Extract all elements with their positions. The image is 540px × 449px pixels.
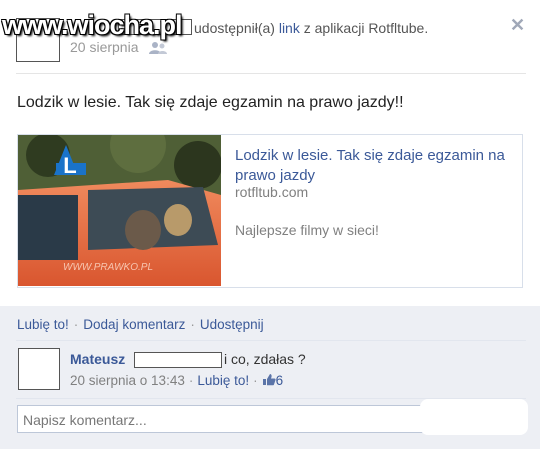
divider (16, 340, 526, 341)
like-count-value: 6 (275, 373, 284, 388)
comment-like-link[interactable]: Lubię to! (197, 373, 249, 388)
attachment-title[interactable]: Lodzik w lesie. Tak się zdaje egzamin na… (235, 146, 505, 186)
share-link[interactable]: Udostępnij (200, 317, 264, 332)
friends-icon[interactable] (148, 41, 168, 55)
status-text: Lodzik w lesie. Tak się zdaje egzamin na… (17, 94, 404, 111)
comment-meta: 20 sierpnia o 13:43 · Lubię to! · 6 (70, 373, 283, 388)
attachment-description: Najlepsze filmy w sieci! (235, 222, 379, 238)
thumbnail-watermark: WWW.PRAWKO.PL (63, 262, 153, 273)
thumbs-up-icon (262, 374, 276, 386)
close-icon[interactable]: ✕ (510, 15, 525, 36)
link-word[interactable]: link (279, 20, 300, 36)
redacted-surname (134, 352, 222, 368)
comment-date[interactable]: 20 sierpnia o 13:43 (70, 373, 185, 388)
sign-letter: L (63, 153, 76, 178)
commenter-avatar[interactable] (18, 348, 60, 390)
thumbnail-image: L WWW.PRAWKO.PL (18, 135, 221, 286)
redaction-blot (420, 399, 528, 435)
divider (16, 73, 526, 74)
post-date[interactable]: 20 sierpnia (70, 39, 139, 55)
comment-link[interactable]: Dodaj komentarz (83, 317, 185, 332)
attachment-domain: rotfltub.com (235, 184, 309, 200)
separator: · (73, 317, 79, 332)
story-actions: Lubię to! · Dodaj komentarz · Udostępnij (17, 317, 264, 332)
feed-story: www.wiocha.pl udostępnił(a) link z aplik… (0, 0, 540, 449)
like-count[interactable]: 6 (262, 373, 284, 388)
via-app-text: z aplikacji Rotfltube. (303, 20, 429, 36)
shared-verb: udostępnił(a) (194, 20, 275, 36)
like-link[interactable]: Lubię to! (17, 317, 69, 332)
separator: · (190, 317, 195, 332)
commenter-name[interactable]: Mateusz (70, 351, 125, 367)
share-description: udostępnił(a) link z aplikacji Rotfltube… (194, 20, 428, 36)
comment-text: i co, zdałas ? (224, 351, 306, 367)
watermark-text: www.wiocha.pl (2, 10, 183, 40)
separator: · (188, 373, 194, 388)
separator: · (253, 373, 258, 388)
attachment-thumbnail[interactable]: L WWW.PRAWKO.PL (18, 135, 221, 286)
